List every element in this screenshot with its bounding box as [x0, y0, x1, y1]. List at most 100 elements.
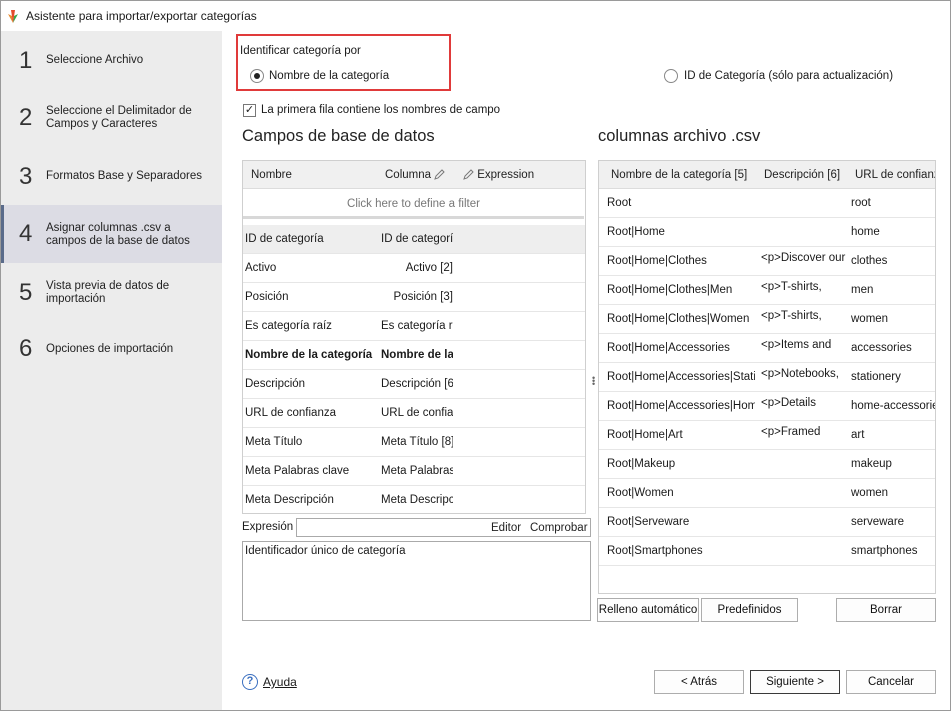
step-number: 3 [19, 163, 33, 190]
autofill-button[interactable]: Relleno automático [597, 598, 699, 622]
main-panel: Identificar categoría por Nombre de la c… [222, 31, 950, 710]
table-row[interactable]: Nombre de la categoría Nombre de la cate… [243, 341, 585, 370]
csv-row[interactable]: Root|Home|Clothes|Women <p>T-shirts, women [599, 305, 935, 334]
csv-cell-name: Root|Makeup [607, 458, 676, 470]
csv-cell-desc: <p>T-shirts, [761, 310, 822, 322]
cell-name: Posición [245, 291, 289, 303]
csv-cell-desc: <p>Items and [761, 339, 832, 351]
filter-row[interactable]: Click here to define a filter [243, 189, 584, 219]
csv-row[interactable]: Root|Home|Accessories|Stationery <p>Noteb… [599, 363, 935, 392]
cell-column[interactable]: ID de categoría [381, 233, 453, 245]
table-row[interactable]: Es categoría raíz Es categoría raíz [243, 312, 585, 341]
pencil-icon[interactable] [434, 169, 445, 181]
csv-cell-name: Root|Home|Clothes [607, 255, 707, 267]
csv-row[interactable]: Root|Smartphones smartphones [599, 537, 935, 566]
step-number: 5 [19, 279, 33, 306]
step-4[interactable]: 4 Asignar columnas .csv a campos de la b… [1, 205, 222, 263]
col-header-name[interactable]: Nombre [251, 169, 292, 181]
table-row[interactable]: Meta Descripción Meta Descripción [243, 486, 585, 513]
help-link[interactable]: Ayuda [263, 675, 297, 689]
editor-button[interactable]: Editor [491, 522, 521, 534]
clear-button[interactable]: Borrar [836, 598, 936, 622]
csv-cell-url: clothes [851, 255, 888, 267]
csv-row[interactable]: Root|Home home [599, 218, 935, 247]
csv-row[interactable]: Root|Home|Art <p>Framed art [599, 421, 935, 450]
cell-name: Descripción [245, 378, 306, 390]
step-2[interactable]: 2 Seleccione el Delimitador de Campos y … [1, 99, 222, 137]
cell-column[interactable]: URL de confianza [381, 407, 453, 419]
step-label: Seleccione Archivo [46, 54, 144, 66]
csv-header: Nombre de la categoría [5] Descripción [… [599, 161, 935, 189]
csv-col-header-name[interactable]: Nombre de la categoría [5] [611, 169, 747, 181]
csv-row[interactable]: Root|Home|Clothes|Men <p>T-shirts, men [599, 276, 935, 305]
radio-category-name-label[interactable]: Nombre de la categoría [269, 70, 389, 82]
step-6[interactable]: 6 Opciones de importación [1, 333, 222, 365]
radio-category-name[interactable] [250, 69, 264, 83]
csv-row[interactable]: Root root [599, 189, 935, 218]
cell-column[interactable]: Es categoría raíz [381, 320, 453, 332]
defaults-button[interactable]: Predefinidos [701, 598, 798, 622]
table-row[interactable]: ID de categoría ID de categoría [243, 225, 585, 254]
step-3[interactable]: 3 Formatos Base y Separadores [1, 161, 222, 193]
csv-row[interactable]: Root|Home|Accessories <p>Items and accesso… [599, 334, 935, 363]
csv-cell-url: makeup [851, 458, 892, 470]
cell-name: URL de confianza [245, 407, 336, 419]
csv-cell-name: Root|Home|Accessories|Stationery [607, 371, 755, 383]
app-logo-icon [8, 10, 18, 23]
csv-columns-title: columnas archivo .csv [598, 127, 761, 145]
csv-col-header-desc[interactable]: Descripción [6] [764, 169, 840, 181]
cancel-button[interactable]: Cancelar [846, 670, 936, 694]
csv-col-header-url[interactable]: URL de confianza [855, 169, 935, 181]
csv-cell-desc: <p>Framed [761, 426, 821, 438]
cell-name: Es categoría raíz [245, 320, 332, 332]
csv-cell-url: serveware [851, 516, 905, 528]
window-title: Asistente para importar/exportar categor… [26, 9, 257, 23]
pencil-icon[interactable] [463, 169, 474, 181]
expression-input[interactable]: Editor Comprobar [296, 518, 591, 537]
step-1[interactable]: 1 Seleccione Archivo [1, 45, 222, 77]
cell-column[interactable]: Posición [3] [381, 291, 453, 303]
step-label: Seleccione el Delimitador de Campos y Ca… [46, 105, 192, 130]
cell-name: Meta Descripción [245, 494, 334, 506]
csv-row[interactable]: Root|Serveware serveware [599, 508, 935, 537]
back-button[interactable]: < Atrás [654, 670, 744, 694]
check-button[interactable]: Comprobar [530, 522, 588, 534]
cell-column[interactable]: Meta Palabras clave [381, 465, 453, 477]
csv-cell-name: Root|Serveware [607, 516, 690, 528]
radio-category-id-label[interactable]: ID de Categoría (sólo para actualización… [684, 70, 893, 82]
table-row[interactable]: Activo Activo [2] [243, 254, 585, 283]
table-row[interactable]: Meta Palabras clave Meta Palabras clave [243, 457, 585, 486]
csv-cell-name: Root|Home|Clothes|Women [607, 313, 750, 325]
csv-row[interactable]: Root|Women women [599, 479, 935, 508]
csv-row[interactable]: Root|Home|Clothes <p>Discover our clothes [599, 247, 935, 276]
radio-category-id[interactable] [664, 69, 678, 83]
table-row[interactable]: Posición Posición [3] [243, 283, 585, 312]
help-icon[interactable]: ? [242, 674, 258, 690]
csv-row[interactable]: Root|Makeup makeup [599, 450, 935, 479]
csv-columns-grid: Nombre de la categoría [5] Descripción [… [598, 160, 936, 594]
cell-column[interactable]: Meta Título [8] [381, 436, 453, 448]
csv-row[interactable]: Root|Home|Accessories|Home <p>Details home… [599, 392, 935, 421]
panel-splitter[interactable]: • • • [592, 374, 596, 389]
col-header-column[interactable]: Columna [385, 169, 445, 181]
first-row-headers-label[interactable]: La primera fila contiene los nombres de … [261, 104, 500, 116]
csv-cell-url: home [851, 226, 880, 238]
csv-cell-name: Root|Home [607, 226, 665, 238]
csv-cell-url: art [851, 429, 865, 441]
col-header-expression[interactable]: Expression [463, 169, 534, 181]
first-row-headers-checkbox[interactable]: ✓ [243, 104, 256, 117]
next-button[interactable]: Siguiente > [750, 670, 840, 694]
step-5[interactable]: 5 Vista previa de datos de importación [1, 275, 222, 311]
table-row[interactable]: Descripción Descripción [6] [243, 370, 585, 399]
cell-column[interactable]: Meta Descripción [381, 494, 453, 506]
cell-column[interactable]: Nombre de la categoría [381, 349, 453, 361]
expression-description[interactable]: Identificador único de categoría [242, 541, 591, 621]
cell-column[interactable]: Activo [2] [381, 262, 453, 274]
table-row[interactable]: Meta Título Meta Título [8] [243, 428, 585, 457]
table-row[interactable]: URL de confianza URL de confianza [243, 399, 585, 428]
csv-cell-name: Root|Smartphones [607, 545, 703, 557]
cell-column[interactable]: Descripción [6] [381, 378, 453, 390]
csv-cell-name: Root|Home|Accessories [607, 342, 730, 354]
csv-cell-desc: <p>Notebooks, [761, 368, 840, 380]
csv-cell-url: smartphones [851, 545, 918, 557]
